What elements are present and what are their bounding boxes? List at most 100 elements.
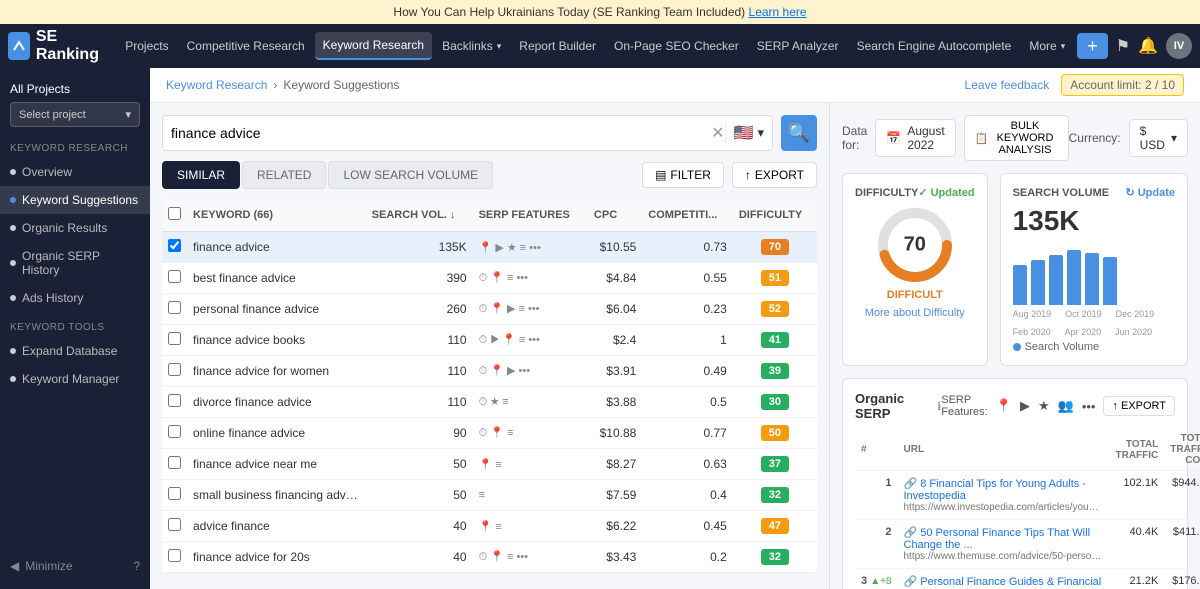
update-link[interactable]: ↻ Update xyxy=(1126,186,1176,199)
tab-low-search-volume[interactable]: LOW SEARCH VOLUME xyxy=(328,161,493,189)
nav-item-report[interactable]: Report Builder xyxy=(511,33,604,59)
flag-icon[interactable]: ⚑ xyxy=(1116,36,1130,56)
tab-similar[interactable]: SIMILAR xyxy=(162,161,240,189)
competition-cell: 0.49 xyxy=(642,356,733,387)
keyword-cell[interactable]: small business financing advice xyxy=(187,480,366,511)
more-difficulty-link[interactable]: More about Difficulty xyxy=(865,307,965,319)
competition-cell: 0.77 xyxy=(642,418,733,449)
add-button[interactable]: + xyxy=(1077,33,1108,59)
serp-result-row: 2 🔗 50 Personal Finance Tips That Will C… xyxy=(855,520,1200,569)
row-checkbox-cell[interactable] xyxy=(162,418,187,449)
nav-item-projects[interactable]: Projects xyxy=(117,33,176,59)
help-icon[interactable]: ? xyxy=(133,559,140,573)
row-checkbox-cell[interactable] xyxy=(162,480,187,511)
volume-col-header[interactable]: SEARCH VOL. ↓ xyxy=(366,199,473,232)
nav-item-autocomplete[interactable]: Search Engine Autocomplete xyxy=(849,33,1020,59)
logo-icon xyxy=(8,32,30,60)
all-projects-label[interactable]: All Projects xyxy=(10,82,140,96)
row-checkbox-cell[interactable] xyxy=(162,542,187,573)
select-all-header[interactable] xyxy=(162,199,187,232)
minimize-button[interactable]: ◀ Minimize ? xyxy=(0,551,150,581)
avatar[interactable]: IV xyxy=(1166,33,1192,59)
right-panel: Data for: 📅 August 2022 📋 BULK KEYWORD A… xyxy=(830,103,1200,589)
table-row: finance advice near me 50 📍 ≡ $8.27 0.63… xyxy=(162,449,817,480)
sidebar-item-ads-history[interactable]: Ads History xyxy=(0,284,150,312)
banner-link[interactable]: Learn here xyxy=(749,5,807,19)
project-select-button[interactable]: Select project ▾ xyxy=(10,102,140,127)
row-checkbox-cell[interactable] xyxy=(162,294,187,325)
keyword-cell[interactable]: online finance advice xyxy=(187,418,366,449)
difficulty-descriptor: DIFFICULT xyxy=(887,289,943,301)
layout: All Projects Select project ▾ KEYWORD RE… xyxy=(0,68,1200,589)
sidebar-item-keyword-suggestions[interactable]: Keyword Suggestions xyxy=(0,186,150,214)
filter-button[interactable]: ▤ FILTER xyxy=(642,162,724,188)
difficulty-box: DIFFICULTY ✓ Updated xyxy=(842,173,988,366)
keyword-cell[interactable]: best finance advice xyxy=(187,263,366,294)
row-checkbox-cell[interactable] xyxy=(162,232,187,263)
nav-item-competitive[interactable]: Competitive Research xyxy=(179,33,313,59)
keyword-cell[interactable]: finance advice xyxy=(187,232,366,263)
clear-icon[interactable]: ✕ xyxy=(711,123,724,143)
search-input[interactable] xyxy=(171,125,711,141)
keyword-cell[interactable]: finance advice near me xyxy=(187,449,366,480)
serp-url-cell[interactable]: 🔗 8 Financial Tips for Young Adults - In… xyxy=(898,471,1110,520)
cpc-col-header: CPC xyxy=(588,199,642,232)
serp-url-cell[interactable]: 🔗 Personal Finance Guides & Financial Ad… xyxy=(898,569,1110,589)
url-col-header: URL xyxy=(898,429,1110,471)
serp-col-header: SERP FEATURES xyxy=(473,199,588,232)
table-row: divorce finance advice 110 ⏱ ★ ≡ $3.88 0… xyxy=(162,387,817,418)
keyword-cell[interactable]: personal finance advice xyxy=(187,294,366,325)
row-checkbox-cell[interactable] xyxy=(162,356,187,387)
competition-col-header: COMPETITI... xyxy=(642,199,733,232)
sidebar-item-organic-results[interactable]: Organic Results xyxy=(0,214,150,242)
serp-url-cell[interactable]: 🔗 50 Personal Finance Tips That Will Cha… xyxy=(898,520,1110,569)
keyword-cell[interactable]: divorce finance advice xyxy=(187,387,366,418)
keyword-cell[interactable]: advice finance xyxy=(187,511,366,542)
sidebar-item-overview[interactable]: Overview xyxy=(0,158,150,186)
nav-item-backlinks[interactable]: Backlinks ▾ xyxy=(434,33,509,59)
row-checkbox-cell[interactable] xyxy=(162,325,187,356)
cpc-cell: $3.91 xyxy=(588,356,642,387)
keyword-cell[interactable]: finance advice for women xyxy=(187,356,366,387)
leave-feedback-link[interactable]: Leave feedback xyxy=(965,78,1050,92)
volume-bar-group xyxy=(1013,265,1027,305)
export-button[interactable]: ↑ EXPORT xyxy=(732,162,817,188)
volume-cell: 390 xyxy=(366,263,473,294)
notification-icon[interactable]: 🔔 xyxy=(1138,36,1158,56)
row-checkbox-cell[interactable] xyxy=(162,449,187,480)
breadcrumb-parent[interactable]: Keyword Research xyxy=(166,78,267,92)
sidebar-item-expand-database[interactable]: Expand Database xyxy=(0,337,150,365)
nav-item-more[interactable]: More ▾ xyxy=(1021,33,1073,59)
tab-related[interactable]: RELATED xyxy=(242,161,326,189)
currency-selector[interactable]: $ USD ▾ xyxy=(1129,119,1188,157)
keyword-cell[interactable]: finance advice for 20s xyxy=(187,542,366,573)
volume-bar xyxy=(1085,253,1099,305)
row-checkbox-cell[interactable] xyxy=(162,511,187,542)
nav-item-serp[interactable]: SERP Analyzer xyxy=(749,33,847,59)
ads-dot-icon xyxy=(10,295,16,301)
data-for-row: Data for: 📅 August 2022 📋 BULK KEYWORD A… xyxy=(842,115,1188,161)
volume-cell: 135K xyxy=(366,232,473,263)
sidebar-item-organic-serp-history[interactable]: Organic SERP History xyxy=(0,242,150,284)
volume-cell: 50 xyxy=(366,449,473,480)
bulk-analysis-button[interactable]: 📋 BULK KEYWORD ANALYSIS xyxy=(964,115,1069,161)
volume-bar xyxy=(1013,265,1027,305)
search-engine-selector[interactable]: 🇺🇸 ▾ xyxy=(725,123,764,143)
serp-header: Organic SERP ℹ SERP Features: 📍 ▶ ★ 👥 ••… xyxy=(855,391,1175,421)
row-checkbox-cell[interactable] xyxy=(162,263,187,294)
competition-cell: 0.63 xyxy=(642,449,733,480)
date-selector[interactable]: 📅 August 2022 xyxy=(875,119,955,157)
top-banner: How You Can Help Ukrainians Today (SE Ra… xyxy=(0,0,1200,24)
nav-actions: + ⚑ 🔔 IV xyxy=(1077,33,1192,59)
keyword-col-header: KEYWORD (66) xyxy=(187,199,366,232)
sidebar-item-keyword-manager[interactable]: Keyword Manager xyxy=(0,365,150,393)
volume-bar xyxy=(1049,255,1063,305)
keyword-table: KEYWORD (66) SEARCH VOL. ↓ SERP FEATURES… xyxy=(162,199,817,573)
sidebar-project-section: All Projects Select project ▾ xyxy=(0,76,150,133)
nav-item-onpage[interactable]: On-Page SEO Checker xyxy=(606,33,747,59)
serp-export-button[interactable]: ↑ EXPORT xyxy=(1103,396,1175,416)
search-button[interactable]: 🔍 xyxy=(781,115,817,151)
keyword-cell[interactable]: finance advice books xyxy=(187,325,366,356)
nav-item-keyword[interactable]: Keyword Research xyxy=(315,32,432,60)
row-checkbox-cell[interactable] xyxy=(162,387,187,418)
